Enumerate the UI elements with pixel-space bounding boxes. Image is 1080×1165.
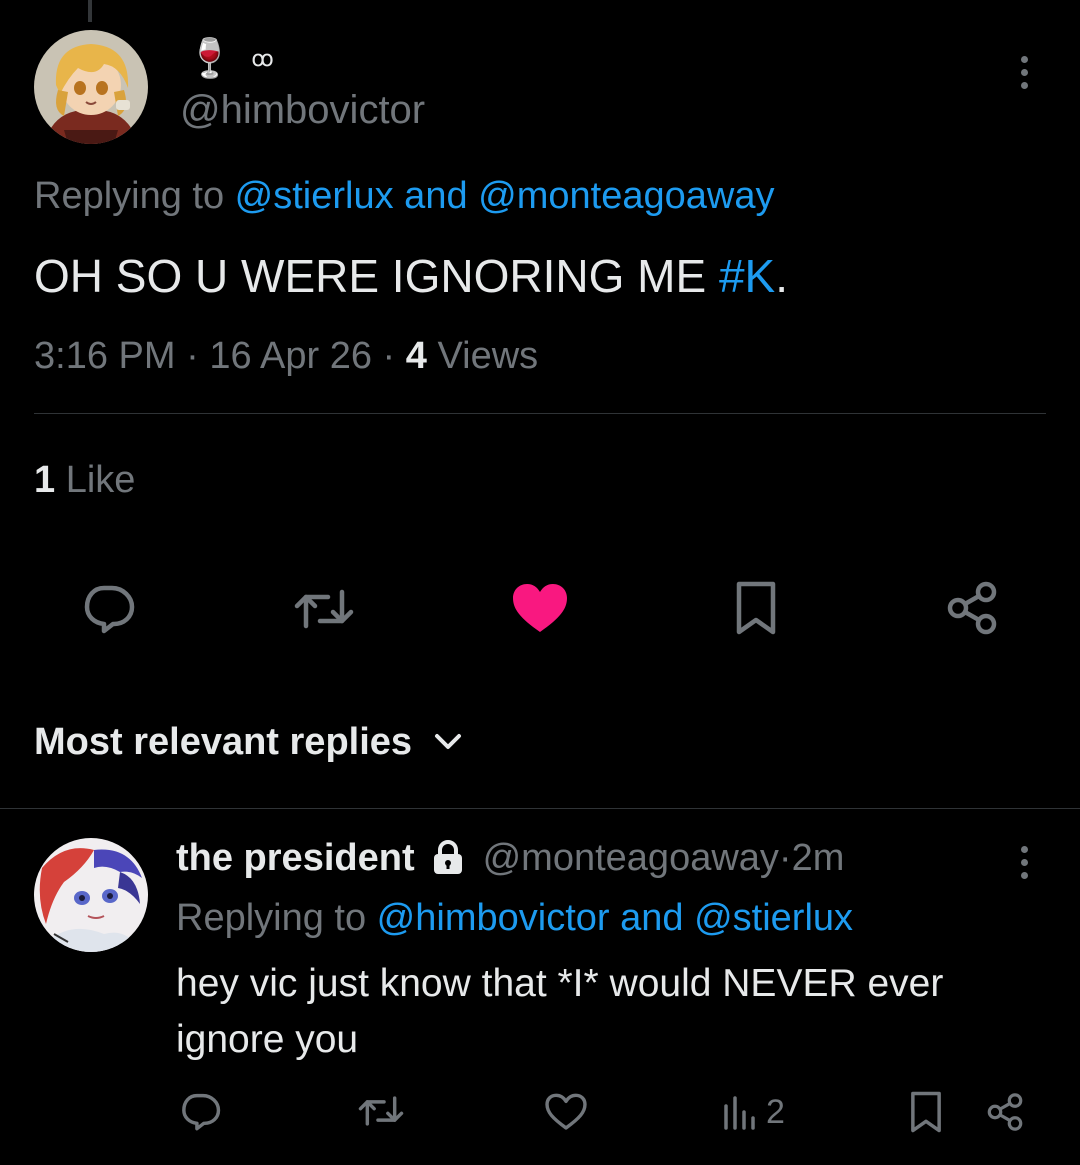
replies-sort-label: Most relevant replies xyxy=(34,720,413,763)
share-button[interactable] xyxy=(940,578,1004,638)
likes-count: 1 xyxy=(34,459,56,501)
likes-stat[interactable]: 1 Like xyxy=(34,456,135,504)
reply-age[interactable]: 2m xyxy=(792,837,845,880)
replying-and: and xyxy=(609,897,695,939)
lock-icon xyxy=(433,840,462,874)
wine-emoji: 🍷 xyxy=(186,38,234,80)
reply-button[interactable] xyxy=(76,580,140,636)
retweet-icon xyxy=(294,589,354,629)
reply-views[interactable]: 2 xyxy=(722,1090,785,1134)
reply-like-button[interactable] xyxy=(542,1090,590,1134)
share-icon xyxy=(947,581,997,635)
bookmark-icon xyxy=(911,1091,941,1133)
views-label: Views xyxy=(426,335,539,377)
reply-text: hey vic just know that *I* would NEVER e… xyxy=(176,956,943,1068)
views-count: 4 xyxy=(405,335,427,377)
retweet-icon xyxy=(358,1096,404,1126)
reply-views-count: 2 xyxy=(766,1092,785,1131)
more-options-icon xyxy=(1020,55,1028,89)
like-button[interactable] xyxy=(508,580,572,636)
bookmark-icon xyxy=(736,581,776,635)
tweet-meta: 3:16 PM · 16 Apr 26 · 4 Views xyxy=(34,332,538,380)
reply-header: the president @monteagoaway · 2m xyxy=(176,834,844,882)
share-icon xyxy=(987,1093,1023,1131)
divider xyxy=(0,808,1080,809)
reply-text-line: hey vic just know that *I* would NEVER e… xyxy=(176,962,944,1005)
reply-bookmark-button[interactable] xyxy=(904,1088,948,1136)
likes-label: Like xyxy=(55,459,136,501)
reply-text-line: ignore you xyxy=(176,1018,359,1061)
hashtag-link[interactable]: #K xyxy=(719,250,775,302)
more-options-button[interactable] xyxy=(1004,52,1044,92)
heart-icon xyxy=(513,584,567,632)
reply-retweet-button[interactable] xyxy=(356,1090,406,1132)
reply-sep: · xyxy=(778,836,792,879)
bookmark-button[interactable] xyxy=(726,578,786,638)
reply-reply-button[interactable] xyxy=(176,1088,224,1134)
heart-outline-icon xyxy=(545,1093,587,1130)
analytics-icon xyxy=(724,1096,755,1130)
mention-link[interactable]: @himbovictor xyxy=(377,897,610,939)
user-handle[interactable]: @himbovictor xyxy=(180,86,425,134)
chevron-down-icon xyxy=(435,734,462,749)
replying-and: and xyxy=(393,175,479,217)
meta-sep: · xyxy=(372,335,406,377)
replying-to: Replying to @stierlux and @monteagoaway xyxy=(34,172,774,220)
tweet-text: OH SO U WERE IGNORING ME #K. xyxy=(34,248,788,304)
replying-prefix: Replying to xyxy=(176,897,377,939)
meta-sep: · xyxy=(175,335,210,377)
display-name[interactable]: 🍷 ꝏ xyxy=(186,34,274,84)
reply-avatar[interactable] xyxy=(34,838,148,952)
tweet-date[interactable]: 16 Apr 26 xyxy=(209,335,372,377)
reply-icon xyxy=(84,585,135,634)
mention-link[interactable]: @monteagoaway xyxy=(478,175,774,217)
reply-handle[interactable]: @monteagoaway xyxy=(483,837,779,880)
tweet-text-end: . xyxy=(775,250,788,302)
tweet-text-main: OH SO U WERE IGNORING ME xyxy=(34,250,719,302)
mention-link[interactable]: @stierlux xyxy=(694,897,853,939)
thread-line xyxy=(88,0,92,22)
divider xyxy=(34,413,1046,414)
replying-prefix: Replying to xyxy=(34,175,235,217)
tweet-time[interactable]: 3:16 PM xyxy=(34,335,176,377)
retweet-button[interactable] xyxy=(292,582,356,636)
mention-link[interactable]: @stierlux xyxy=(235,175,394,217)
reply-icon xyxy=(182,1093,221,1131)
reply-share-button[interactable] xyxy=(982,1088,1028,1136)
reply-replying-to: Replying to @himbovictor and @stierlux xyxy=(176,894,853,942)
replies-sort-dropdown[interactable]: Most relevant replies xyxy=(34,716,462,768)
reply-display-name[interactable]: the president xyxy=(176,837,415,880)
reply-more-options-button[interactable] xyxy=(1004,842,1044,882)
avatar[interactable] xyxy=(34,30,148,144)
display-name-suffix: ꝏ xyxy=(251,46,274,71)
more-options-icon xyxy=(1020,845,1028,879)
